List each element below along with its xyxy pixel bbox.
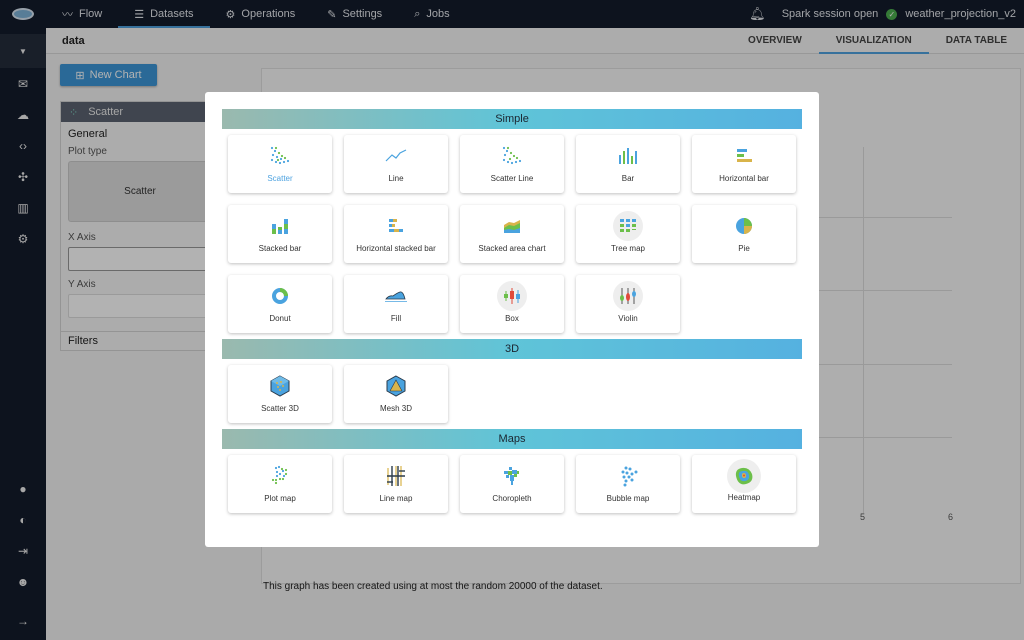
- chart-option-horizontal-bar[interactable]: Horizontal bar: [692, 135, 796, 193]
- card-label: Donut: [269, 314, 291, 323]
- treemap-icon: [613, 211, 643, 241]
- card-label: Line map: [379, 494, 413, 503]
- chart-option-scatter-line[interactable]: Scatter Line: [460, 135, 564, 193]
- card-label: Line: [388, 174, 404, 183]
- donut-icon: [265, 281, 295, 311]
- card-label: Heatmap: [727, 493, 761, 502]
- card-label: Bar: [621, 174, 635, 183]
- card-label: Bubble map: [606, 494, 650, 503]
- violin-icon: [613, 281, 643, 311]
- chart-option-donut[interactable]: Donut: [228, 275, 332, 333]
- section-3d-header: 3D: [222, 339, 802, 359]
- card-label: Stacked area chart: [478, 244, 546, 253]
- chart-option-box[interactable]: Box: [460, 275, 564, 333]
- card-label: Stacked bar: [258, 244, 302, 253]
- plot-map-icon: [265, 461, 295, 491]
- chart-option-pie[interactable]: Pie: [692, 205, 796, 263]
- card-label: Violin: [618, 314, 638, 323]
- section-3d-grid: Scatter 3D Mesh 3D: [222, 365, 802, 423]
- chart-option-line[interactable]: Line: [344, 135, 448, 193]
- heatmap-icon: [727, 459, 761, 493]
- card-label: Scatter 3D: [261, 404, 299, 413]
- card-label: Horizontal stacked bar: [356, 244, 436, 253]
- scatter-line-icon: [497, 141, 527, 171]
- card-label: Plot map: [264, 494, 296, 503]
- card-label: Fill: [390, 314, 402, 323]
- scatter-icon: [265, 141, 295, 171]
- card-label: Pie: [738, 244, 750, 253]
- chart-option-heatmap[interactable]: Heatmap: [692, 455, 796, 513]
- mesh-3d-icon: [381, 371, 411, 401]
- card-label: Horizontal bar: [719, 174, 769, 183]
- section-maps-header: Maps: [222, 429, 802, 449]
- chart-type-modal: Simple Scatter Line Scatter Line Bar Hor…: [205, 92, 819, 547]
- section-simple-header: Simple: [222, 109, 802, 129]
- horizontal-stacked-bar-icon: [381, 211, 411, 241]
- card-label: Box: [505, 314, 519, 323]
- chart-option-fill[interactable]: Fill: [344, 275, 448, 333]
- section-maps-grid: Plot map Line map Choropleth Bubble map …: [222, 455, 802, 513]
- stacked-area-icon: [497, 211, 527, 241]
- chart-option-horizontal-stacked-bar[interactable]: Horizontal stacked bar: [344, 205, 448, 263]
- box-plot-icon: [497, 281, 527, 311]
- chart-option-bubble-map[interactable]: Bubble map: [576, 455, 680, 513]
- chart-option-scatter[interactable]: Scatter: [228, 135, 332, 193]
- card-label: Scatter Line: [490, 174, 534, 183]
- stacked-bar-icon: [265, 211, 295, 241]
- chart-option-mesh-3d[interactable]: Mesh 3D: [344, 365, 448, 423]
- horizontal-bar-icon: [729, 141, 759, 171]
- bubble-map-icon: [613, 461, 643, 491]
- chart-option-line-map[interactable]: Line map: [344, 455, 448, 513]
- card-label: Tree map: [611, 244, 645, 253]
- chart-option-choropleth[interactable]: Choropleth: [460, 455, 564, 513]
- chart-option-bar[interactable]: Bar: [576, 135, 680, 193]
- line-map-icon: [381, 461, 411, 491]
- card-label: Choropleth: [492, 494, 532, 503]
- line-chart-icon: [381, 141, 411, 171]
- scatter-3d-icon: [265, 371, 295, 401]
- chart-option-plot-map[interactable]: Plot map: [228, 455, 332, 513]
- choropleth-icon: [497, 461, 527, 491]
- chart-option-stacked-bar[interactable]: Stacked bar: [228, 205, 332, 263]
- pie-icon: [729, 211, 759, 241]
- chart-option-stacked-area[interactable]: Stacked area chart: [460, 205, 564, 263]
- section-simple-grid: Scatter Line Scatter Line Bar Horizontal…: [222, 135, 802, 333]
- chart-option-violin[interactable]: Violin: [576, 275, 680, 333]
- chart-option-scatter-3d[interactable]: Scatter 3D: [228, 365, 332, 423]
- fill-icon: [381, 281, 411, 311]
- card-label: Mesh 3D: [379, 404, 412, 413]
- card-label: Scatter: [267, 174, 293, 183]
- chart-option-tree-map[interactable]: Tree map: [576, 205, 680, 263]
- bar-chart-icon: [613, 141, 643, 171]
